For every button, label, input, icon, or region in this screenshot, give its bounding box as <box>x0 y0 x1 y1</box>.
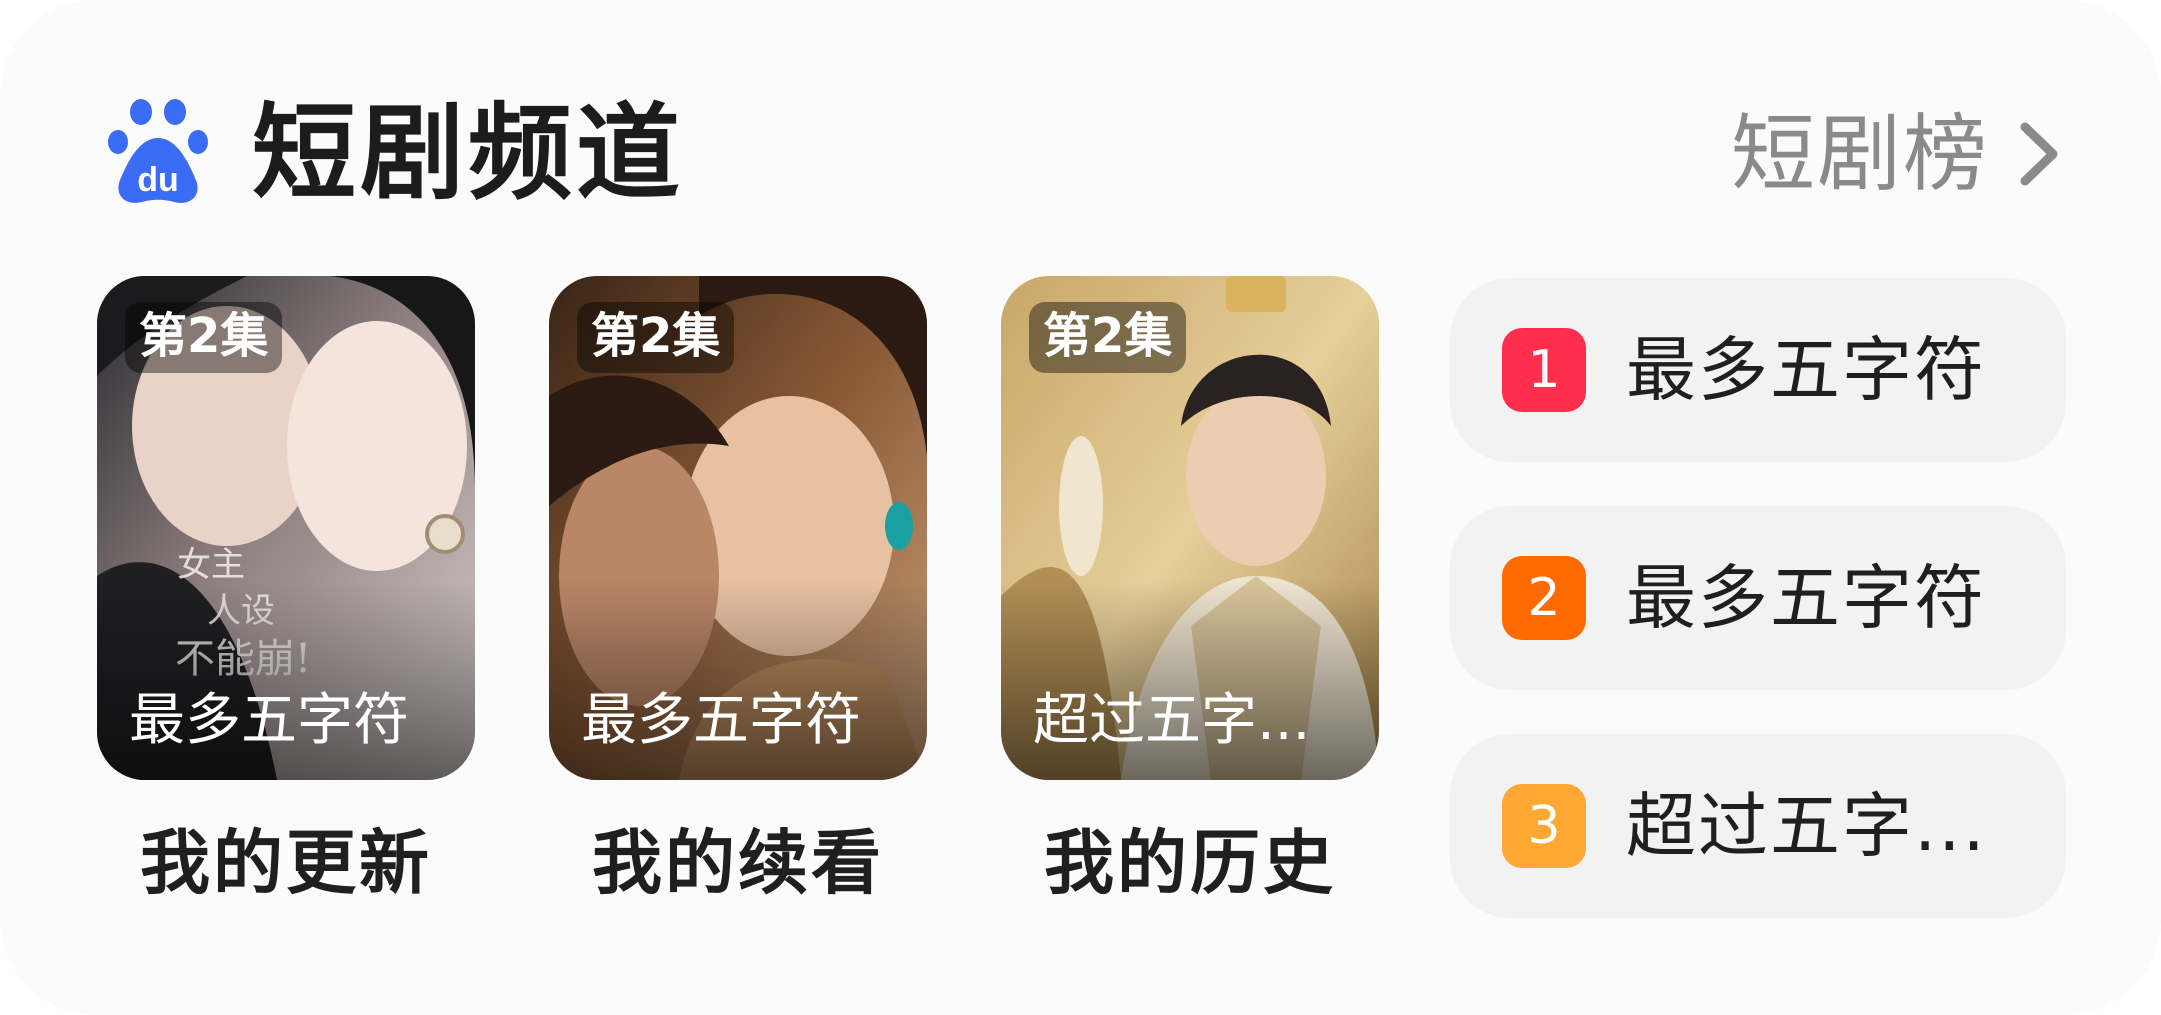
poster-title: 最多五字符 <box>581 688 861 754</box>
episode-badge: 第2集 <box>125 302 283 373</box>
chevron-right-icon <box>2020 122 2058 186</box>
card-label: 我的续看 <box>592 822 884 904</box>
card-my-updates[interactable]: 女主 人设 不能崩! 第2集 最多五字符 我的更新 <box>97 276 475 898</box>
card-label: 我的更新 <box>140 822 432 904</box>
poster-image[interactable]: 第2集 超过五字... <box>1001 276 1379 780</box>
ranking-item-3[interactable]: 3 超过五字... <box>1450 734 2066 918</box>
drama-ranking-label: 短剧榜 <box>1730 105 1989 203</box>
header: du 短剧频道 <box>108 98 684 208</box>
drama-ranking-link[interactable]: 短剧榜 <box>1731 112 2061 196</box>
drama-cards: 女主 人设 不能崩! 第2集 最多五字符 我的更新 <box>97 276 1379 898</box>
ranking-title: 最多五字符 <box>1626 329 1986 411</box>
card-label: 我的历史 <box>1044 822 1336 904</box>
ranking-item-1[interactable]: 1 最多五字符 <box>1450 278 2066 462</box>
page-title: 短剧频道 <box>252 92 685 214</box>
episode-badge: 第2集 <box>577 302 735 373</box>
ranking-title: 最多五字符 <box>1626 557 1986 639</box>
baidu-logo-icon: du <box>108 99 208 203</box>
card-my-history[interactable]: 第2集 超过五字... 我的历史 <box>1001 276 1379 898</box>
rank-number-badge: 2 <box>1502 556 1586 640</box>
episode-badge: 第2集 <box>1029 302 1187 373</box>
poster-title: 最多五字符 <box>129 688 409 754</box>
ranking-item-2[interactable]: 2 最多五字符 <box>1450 506 2066 690</box>
poster-image[interactable]: 第2集 最多五字符 <box>549 276 927 780</box>
short-drama-widget: du 短剧频道 短剧榜 女主 第2集 最多五字符 我的更新 第2集 最多五字符 … <box>0 0 2161 1015</box>
rank-number-badge: 1 <box>1502 328 1586 412</box>
poster-title: 超过五字... <box>1033 688 1311 754</box>
rank-number-badge: 3 <box>1502 784 1586 868</box>
poster-caption: 女主 <box>177 545 245 585</box>
drama-ranking-list: 1 最多五字符 2 最多五字符 3 超过五字... <box>1450 278 2066 918</box>
svg-text:du: du <box>137 161 179 199</box>
ranking-title: 超过五字... <box>1626 785 1987 867</box>
card-continue-watching[interactable]: 第2集 最多五字符 我的续看 <box>549 276 927 898</box>
poster-image[interactable]: 女主 人设 不能崩! 第2集 最多五字符 <box>97 276 475 780</box>
